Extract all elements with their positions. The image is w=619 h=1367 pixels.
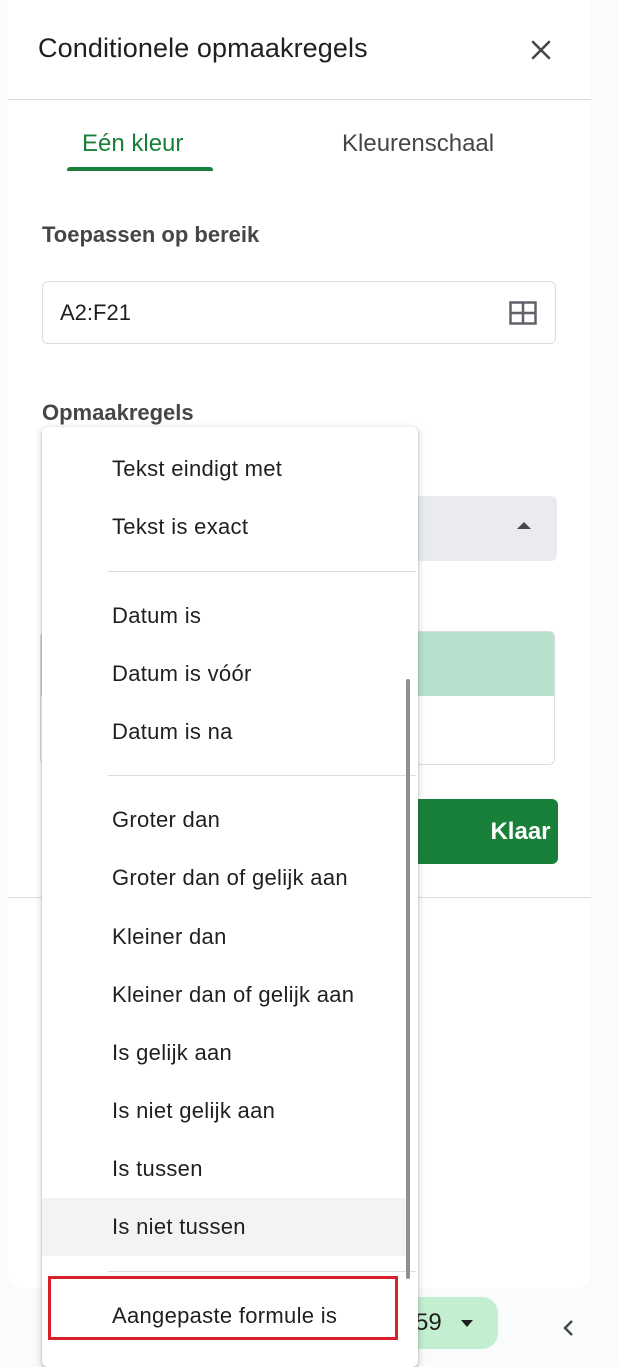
panel-title: Conditionele opmaakregels — [38, 33, 368, 63]
menu-item-is-not-between[interactable]: Is niet tussen — [42, 1198, 408, 1256]
chip-text: 59 — [415, 1309, 442, 1336]
active-tab-indicator — [67, 167, 213, 171]
menu-item-greater-than[interactable]: Groter dan — [42, 791, 408, 849]
menu-item-is-equal[interactable]: Is gelijk aan — [42, 1024, 408, 1082]
done-button[interactable]: Klaar — [413, 799, 558, 864]
menu-separator — [108, 571, 416, 572]
header-divider — [8, 99, 591, 100]
menu-separator — [108, 1271, 416, 1272]
menu-item-less-than[interactable]: Kleiner dan — [42, 908, 408, 966]
close-icon[interactable] — [527, 36, 555, 64]
grid-select-icon[interactable] — [509, 301, 537, 325]
menu-item-is-between[interactable]: Is tussen — [42, 1140, 408, 1198]
highlight-marker — [48, 1276, 398, 1340]
menu-item-greater-or-equal[interactable]: Groter dan of gelijk aan — [42, 849, 408, 907]
chevron-down-icon — [461, 1320, 473, 1327]
tab-single-color[interactable]: Eén kleur — [82, 128, 183, 164]
menu-item-is-not-equal[interactable]: Is niet gelijk aan — [42, 1082, 408, 1140]
range-value: A2:F21 — [60, 300, 131, 325]
menu-scrollbar[interactable] — [406, 679, 410, 1279]
chevron-left-icon[interactable] — [557, 1316, 581, 1340]
menu-item-date-is-before[interactable]: Datum is vóór — [42, 645, 408, 703]
rules-label: Opmaakregels — [42, 400, 194, 425]
menu-item-text-ends-with[interactable]: Tekst eindigt met — [42, 440, 408, 498]
condition-dropdown-menu: Tekst eindigt met Tekst is exact Datum i… — [42, 427, 418, 1367]
menu-item-date-is-after[interactable]: Datum is na — [42, 703, 408, 761]
menu-item-date-is[interactable]: Datum is — [42, 587, 408, 645]
menu-separator — [108, 775, 416, 776]
tab-color-scale[interactable]: Kleurenschaal — [342, 128, 494, 164]
range-label: Toepassen op bereik — [42, 222, 260, 247]
arrow-up-icon — [517, 522, 531, 529]
menu-item-text-is-exact[interactable]: Tekst is exact — [42, 498, 408, 556]
range-input[interactable]: A2:F21 — [42, 281, 556, 344]
menu-item-less-or-equal[interactable]: Kleiner dan of gelijk aan — [42, 966, 408, 1024]
